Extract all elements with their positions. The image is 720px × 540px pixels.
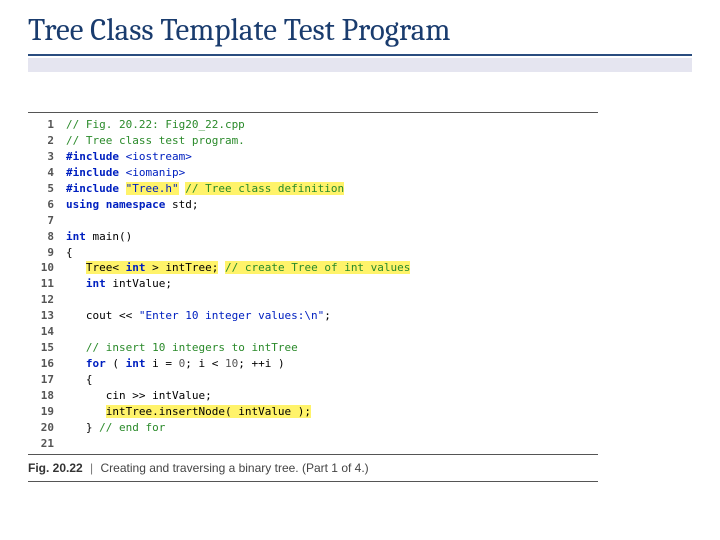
code-line: 3#include <iostream> [28, 149, 598, 165]
figure-caption: Fig. 20.22 | Creating and traversing a b… [28, 455, 598, 482]
code-line: 6using namespace std; [28, 197, 598, 213]
line-number: 3 [28, 149, 66, 165]
code-line: 7 [28, 213, 598, 229]
code-text: { [66, 372, 598, 388]
code-line: 17 { [28, 372, 598, 388]
code-text: // Fig. 20.22: Fig20_22.cpp [66, 117, 598, 133]
line-number: 7 [28, 213, 66, 229]
code-text: #include <iomanip> [66, 165, 598, 181]
caption-sep: | [86, 461, 97, 475]
line-number: 10 [28, 260, 66, 276]
line-number: 20 [28, 420, 66, 436]
line-number: 9 [28, 245, 66, 261]
code-line: 2// Tree class test program. [28, 133, 598, 149]
code-text [66, 324, 598, 340]
code-line: 14 [28, 324, 598, 340]
code-text: { [66, 245, 598, 261]
code-text: cin >> intValue; [66, 388, 598, 404]
code-text: // Tree class test program. [66, 133, 598, 149]
code-text: int main() [66, 229, 598, 245]
code-line: 5#include "Tree.h" // Tree class definit… [28, 181, 598, 197]
title-underbar [28, 58, 692, 72]
code-line: 19 intTree.insertNode( intValue ); [28, 404, 598, 420]
code-text [66, 213, 598, 229]
code-line: 12 [28, 292, 598, 308]
code-text: intTree.insertNode( intValue ); [66, 404, 598, 420]
code-text: cout << "Enter 10 integer values:\n"; [66, 308, 598, 324]
code-text: #include <iostream> [66, 149, 598, 165]
caption-text: Creating and traversing a binary tree. [101, 461, 299, 475]
line-number: 18 [28, 388, 66, 404]
code-line: 13 cout << "Enter 10 integer values:\n"; [28, 308, 598, 324]
code-line: 1// Fig. 20.22: Fig20_22.cpp [28, 117, 598, 133]
line-number: 4 [28, 165, 66, 181]
code-text: int intValue; [66, 276, 598, 292]
code-line: 21 [28, 436, 598, 452]
line-number: 1 [28, 117, 66, 133]
line-number: 16 [28, 356, 66, 372]
code-text: } // end for [66, 420, 598, 436]
caption-label: Fig. 20.22 [28, 461, 83, 475]
code-line: 18 cin >> intValue; [28, 388, 598, 404]
line-number: 11 [28, 276, 66, 292]
caption-part: (Part 1 of 4.) [302, 461, 369, 475]
code-text: using namespace std; [66, 197, 598, 213]
code-line: 20 } // end for [28, 420, 598, 436]
page-title: Tree Class Template Test Program [28, 12, 692, 56]
line-number: 17 [28, 372, 66, 388]
code-line: 9{ [28, 245, 598, 261]
code-line: 15 // insert 10 integers to intTree [28, 340, 598, 356]
code-text: Tree< int > intTree; // create Tree of i… [66, 260, 598, 276]
code-text: for ( int i = 0; i < 10; ++i ) [66, 356, 598, 372]
code-text: // insert 10 integers to intTree [66, 340, 598, 356]
line-number: 5 [28, 181, 66, 197]
line-number: 8 [28, 229, 66, 245]
line-number: 14 [28, 324, 66, 340]
code-listing: 1// Fig. 20.22: Fig20_22.cpp2// Tree cla… [28, 112, 598, 455]
code-line: 8int main() [28, 229, 598, 245]
code-line: 10 Tree< int > intTree; // create Tree o… [28, 260, 598, 276]
code-text [66, 436, 598, 452]
line-number: 15 [28, 340, 66, 356]
line-number: 12 [28, 292, 66, 308]
code-text: #include "Tree.h" // Tree class definiti… [66, 181, 598, 197]
code-line: 11 int intValue; [28, 276, 598, 292]
slide: Tree Class Template Test Program 1// Fig… [0, 0, 720, 482]
line-number: 2 [28, 133, 66, 149]
figure-wrap: 1// Fig. 20.22: Fig20_22.cpp2// Tree cla… [28, 112, 692, 482]
line-number: 19 [28, 404, 66, 420]
code-line: 16 for ( int i = 0; i < 10; ++i ) [28, 356, 598, 372]
line-number: 6 [28, 197, 66, 213]
line-number: 13 [28, 308, 66, 324]
line-number: 21 [28, 436, 66, 452]
code-text [66, 292, 598, 308]
code-line: 4#include <iomanip> [28, 165, 598, 181]
